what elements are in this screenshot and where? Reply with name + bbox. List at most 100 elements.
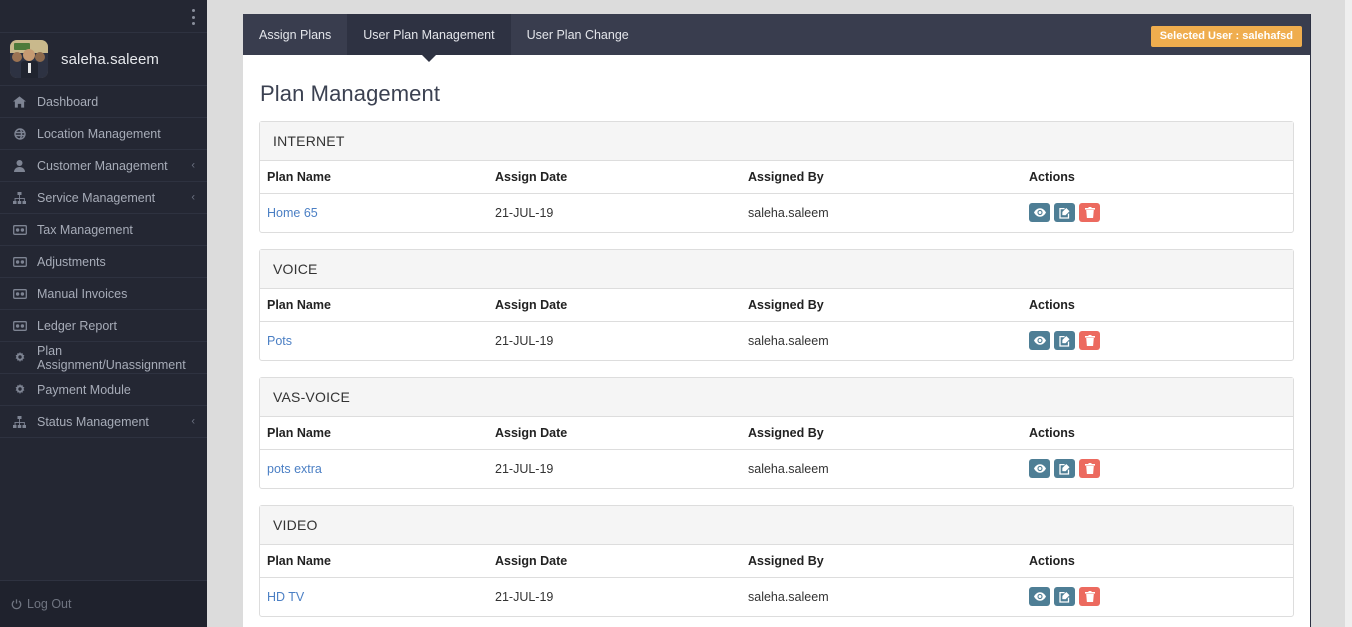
panel-video: VIDEO Plan Name Assign Date Assigned By …	[259, 505, 1294, 617]
sitemap-icon	[11, 191, 28, 204]
sidebar-item-location-management[interactable]: Location Management	[0, 118, 207, 150]
chevron-left-icon: ‹	[191, 159, 195, 171]
logout-button[interactable]: Log Out	[0, 580, 207, 627]
sidebar-item-label: Ledger Report	[37, 318, 117, 333]
delete-button[interactable]	[1079, 331, 1100, 350]
sidebar-item-service-management[interactable]: Service Management ‹	[0, 182, 207, 214]
plan-table: Plan Name Assign Date Assigned By Action…	[260, 289, 1293, 360]
table-header-row: Plan Name Assign Date Assigned By Action…	[260, 545, 1293, 578]
column-header-assigned-by: Assigned By	[748, 417, 1029, 450]
sidebar-item-adjustments[interactable]: Adjustments	[0, 246, 207, 278]
panel-internet: INTERNET Plan Name Assign Date Assigned …	[259, 121, 1294, 233]
sidebar-item-ledger-report[interactable]: Ledger Report	[0, 310, 207, 342]
selected-user-badge[interactable]: Selected User : salehafsd	[1150, 26, 1302, 47]
sidebar-item-customer-management[interactable]: Customer Management ‹	[0, 150, 207, 182]
plan-table: Plan Name Assign Date Assigned By Action…	[260, 417, 1293, 488]
sidebar-item-plan-assignment-unassignment[interactable]: Plan Assignment/Unassignment	[0, 342, 207, 374]
tab-user-plan-management[interactable]: User Plan Management	[347, 14, 511, 62]
view-button[interactable]	[1029, 331, 1050, 350]
home-icon	[11, 95, 28, 108]
sidebar-header	[0, 0, 207, 33]
column-header-assign-date: Assign Date	[495, 161, 748, 194]
page-background-left	[207, 0, 243, 627]
column-header-actions: Actions	[1029, 161, 1293, 194]
column-header-assigned-by: Assigned By	[748, 161, 1029, 194]
trash-icon	[1084, 591, 1095, 602]
table-header-row: Plan Name Assign Date Assigned By Action…	[260, 417, 1293, 450]
row-actions	[1029, 331, 1293, 350]
vertical-dots-icon[interactable]	[191, 9, 195, 25]
credit-card-icon	[11, 288, 28, 299]
table-header-row: Plan Name Assign Date Assigned By Action…	[260, 161, 1293, 194]
sidebar-item-label: Payment Module	[37, 382, 131, 397]
sidebar-profile[interactable]: saleha.saleem	[0, 33, 207, 86]
column-header-assign-date: Assign Date	[495, 417, 748, 450]
delete-button[interactable]	[1079, 203, 1100, 222]
assign-date-cell: 21-JUL-19	[495, 589, 554, 604]
tab-assign-plans[interactable]: Assign Plans	[243, 14, 347, 55]
plan-name-link[interactable]: HD TV	[267, 590, 304, 604]
page-edge-strip	[1345, 0, 1352, 627]
credit-card-icon	[11, 320, 28, 331]
assign-date-cell: 21-JUL-19	[495, 205, 554, 220]
assigned-by-cell: saleha.saleem	[748, 461, 829, 476]
tab-label: User Plan Management	[363, 27, 495, 42]
assigned-by-cell: saleha.saleem	[748, 333, 829, 348]
sidebar-item-tax-management[interactable]: Tax Management	[0, 214, 207, 246]
credit-card-icon	[11, 224, 28, 235]
sidebar-item-label: Service Management	[37, 190, 156, 205]
panel-title: INTERNET	[260, 122, 1293, 161]
globe-icon	[11, 127, 28, 140]
sidebar-item-dashboard[interactable]: Dashboard	[0, 86, 207, 118]
plan-table: Plan Name Assign Date Assigned By Action…	[260, 161, 1293, 232]
eye-icon	[1033, 464, 1046, 473]
row-actions	[1029, 587, 1293, 606]
sidebar-item-label: Status Management	[37, 414, 149, 429]
tab-label: User Plan Change	[526, 27, 629, 42]
plan-table: Plan Name Assign Date Assigned By Action…	[260, 545, 1293, 616]
panel-vas-voice: VAS-VOICE Plan Name Assign Date Assigned…	[259, 377, 1294, 489]
assigned-by-cell: saleha.saleem	[748, 589, 829, 604]
row-actions	[1029, 459, 1293, 478]
view-button[interactable]	[1029, 587, 1050, 606]
chevron-left-icon: ‹	[191, 415, 195, 427]
column-header-plan-name: Plan Name	[260, 289, 495, 322]
sitemap-icon	[11, 415, 28, 428]
sidebar-item-payment-module[interactable]: Payment Module	[0, 374, 207, 406]
table-row: Pots 21-JUL-19 saleha.saleem	[260, 322, 1293, 360]
edit-button[interactable]	[1054, 459, 1075, 478]
plan-name-link[interactable]: Pots	[267, 334, 292, 348]
panel-title: VOICE	[260, 250, 1293, 289]
pencil-square-icon	[1058, 207, 1071, 219]
trash-icon	[1084, 463, 1095, 474]
page-title: Plan Management	[260, 81, 441, 106]
view-button[interactable]	[1029, 459, 1050, 478]
table-header-row: Plan Name Assign Date Assigned By Action…	[260, 289, 1293, 322]
column-header-plan-name: Plan Name	[260, 417, 495, 450]
table-row: HD TV 21-JUL-19 saleha.saleem	[260, 578, 1293, 616]
pencil-square-icon	[1058, 335, 1071, 347]
assign-date-cell: 21-JUL-19	[495, 333, 554, 348]
sidebar-item-label: Plan Assignment/Unassignment	[37, 343, 186, 372]
delete-button[interactable]	[1079, 459, 1100, 478]
view-button[interactable]	[1029, 203, 1050, 222]
trash-icon	[1084, 335, 1095, 346]
sidebar-item-status-management[interactable]: Status Management ‹	[0, 406, 207, 438]
plan-name-link[interactable]: Home 65	[267, 206, 318, 220]
edit-button[interactable]	[1054, 203, 1075, 222]
tab-user-plan-change[interactable]: User Plan Change	[511, 14, 645, 55]
edit-button[interactable]	[1054, 331, 1075, 350]
page-background-right	[1312, 0, 1345, 627]
power-icon	[11, 598, 22, 610]
eye-icon	[1033, 208, 1046, 217]
plan-name-link[interactable]: pots extra	[267, 462, 322, 476]
table-row: Home 65 21-JUL-19 saleha.saleem	[260, 194, 1293, 232]
chevron-left-icon: ‹	[191, 191, 195, 203]
column-header-actions: Actions	[1029, 417, 1293, 450]
pencil-square-icon	[1058, 591, 1071, 603]
sidebar-item-manual-invoices[interactable]: Manual Invoices	[0, 278, 207, 310]
delete-button[interactable]	[1079, 587, 1100, 606]
sidebar-item-label: Customer Management	[37, 158, 168, 173]
column-header-assign-date: Assign Date	[495, 545, 748, 578]
edit-button[interactable]	[1054, 587, 1075, 606]
